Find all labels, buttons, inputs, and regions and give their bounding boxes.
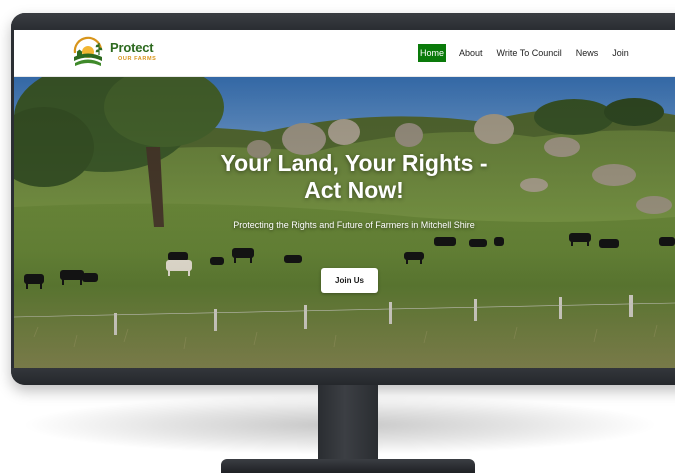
logo-title: Protect <box>110 40 154 55</box>
site-header: Protect OUR FARMS Home About Write To Co… <box>14 30 675 77</box>
nav-item-join[interactable]: Join <box>612 44 629 62</box>
hero-title-line-1: Your Land, Your Rights - <box>220 150 488 176</box>
join-us-button[interactable]: Join Us <box>321 268 378 293</box>
nav-item-write-to-council[interactable]: Write To Council <box>497 44 562 62</box>
monitor-screen: Protect OUR FARMS Home About Write To Co… <box>14 30 675 368</box>
monitor-stand-neck <box>318 385 378 463</box>
hero-subtitle: Protecting the Rights and Future of Farm… <box>233 220 475 230</box>
monitor-chin <box>11 368 675 385</box>
nav-item-news[interactable]: News <box>576 44 599 62</box>
monitor-bezel-top <box>11 13 675 29</box>
nav-item-about[interactable]: About <box>459 44 483 62</box>
site-logo[interactable]: Protect OUR FARMS <box>70 35 170 73</box>
hero-title: Your Land, Your Rights - Act Now! <box>164 150 544 204</box>
nav-item-home[interactable]: Home <box>418 44 447 62</box>
monitor-stand-base <box>221 459 475 473</box>
main-nav: Home About Write To Council News Join <box>418 44 643 62</box>
farm-logo-icon <box>73 36 103 66</box>
hero-section: Your Land, Your Rights - Act Now! Protec… <box>14 77 675 368</box>
logo-tagline: OUR FARMS <box>118 56 157 62</box>
hero-title-line-2: Act Now! <box>304 177 404 203</box>
